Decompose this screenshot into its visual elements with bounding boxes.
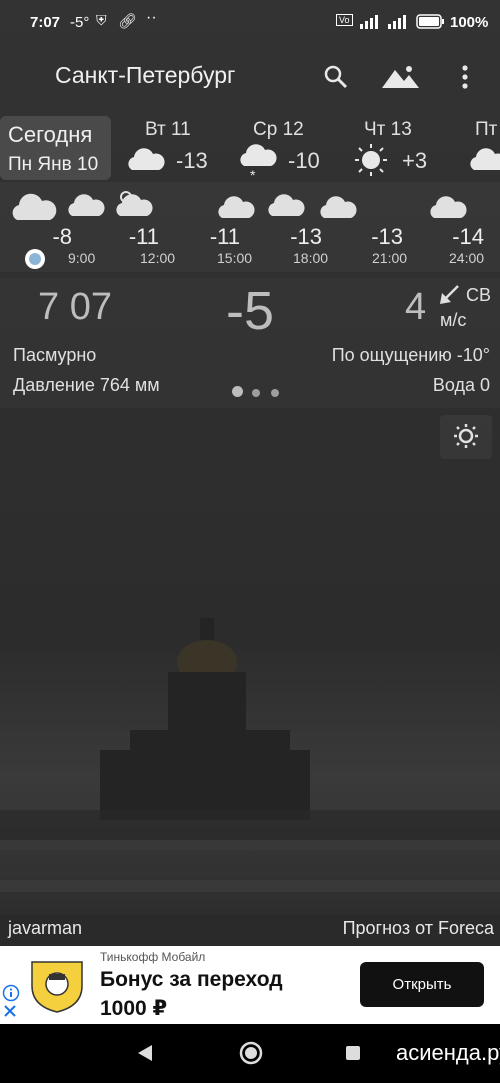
hour-time: 21:00 [372, 250, 408, 266]
cloud-icon [430, 196, 467, 218]
status-bar: 7:07 -5° ⛨ 🔗︎ ·· Vo 100% [0, 0, 500, 44]
cloud-icon [470, 148, 500, 170]
weather-effects-button[interactable] [440, 415, 492, 459]
hour-temp: -14 [452, 224, 484, 249]
hour-time: 9:00 [68, 250, 96, 266]
cloud-moon-icon [268, 188, 305, 216]
link-icon: 🔗︎ [118, 13, 138, 30]
wind-speed: 4 [405, 286, 427, 328]
tinkoff-logo [31, 961, 83, 1013]
current-conditions-panel[interactable]: 7 07 -5 4 СВ м/с Пасмурно По ощущению -1… [0, 278, 500, 408]
status-temp: -5° [70, 14, 90, 31]
app-toolbar: Санкт-Петербург [0, 44, 500, 110]
hour-time: 18:00 [293, 250, 329, 266]
ad-info-icon[interactable] [2, 984, 20, 1002]
ad-amount: 1000 ₽ [100, 997, 168, 1020]
shield-icon: ⛨ [96, 12, 107, 28]
more-notifications-icon: ·· [146, 9, 157, 26]
current-temp: -5 [226, 281, 275, 341]
more-menu-icon[interactable] [460, 64, 470, 90]
svg-text:*: * [250, 167, 256, 180]
cloud-sun-icon [116, 191, 153, 216]
day-temp: -10 [288, 148, 320, 173]
ad-brand: Тинькофф Мобайл [100, 950, 206, 964]
hour-temp: -11 [128, 224, 159, 249]
hour-slot: -14 [452, 224, 484, 250]
cloud-moon-icon [68, 188, 105, 216]
ad-open-button[interactable]: Открыть [360, 962, 484, 1007]
wind-direction: СВ [466, 285, 492, 305]
signal-icon [360, 15, 406, 29]
condition-text: Пасмурно [13, 345, 97, 365]
hour-time: 12:00 [140, 250, 176, 266]
forecast-provider[interactable]: Прогноз от Foreca [343, 918, 494, 939]
search-icon[interactable] [323, 64, 349, 90]
day-temp: -13 [176, 148, 208, 173]
hour-temp: -13 [371, 224, 403, 249]
day-label: Пт [475, 119, 498, 140]
page-indicator[interactable] [232, 384, 279, 402]
hour-temp: -8 [52, 224, 72, 249]
home-icon[interactable] [239, 1041, 263, 1065]
navigation-bar: асиенда.ру [0, 1024, 500, 1083]
hour-time: 24:00 [449, 250, 485, 266]
wind-direction-icon [440, 285, 459, 304]
snow-icon: * [240, 144, 277, 180]
hour-slot: -13 [290, 224, 322, 250]
cloud-icon [128, 148, 165, 170]
ad-close-icon[interactable] [3, 1004, 17, 1018]
day-temp: +3 [402, 148, 428, 173]
current-time-marker-icon [25, 249, 45, 269]
hour-slot: -11 [210, 224, 240, 250]
current-clock: 7 07 [38, 286, 112, 328]
cloud-icon [12, 193, 57, 220]
water-temp-text: Вода 0 [432, 375, 490, 395]
photo-author[interactable]: javarman [8, 918, 82, 939]
status-time: 7:07 [30, 14, 61, 31]
watermark: асиенда.ру [396, 1040, 500, 1065]
hour-temp: -11 [209, 224, 240, 249]
hour-time: 15:00 [217, 250, 253, 266]
city-title[interactable]: Санкт-Петербург [55, 62, 235, 89]
day-label: Ср 12 [253, 119, 304, 140]
today-date: Пн Янв 10 [8, 154, 99, 175]
ad-banner[interactable]: Тинькофф Мобайл Бонус за переход 1000 ₽ … [0, 946, 500, 1024]
back-icon[interactable] [136, 1044, 154, 1062]
sun-gear-icon [454, 424, 478, 448]
day-label: Чт 13 [364, 119, 412, 140]
sun-icon [355, 144, 387, 176]
feels-like-text: По ощущению -10° [331, 345, 490, 365]
pressure-text: Давление 764 мм [13, 375, 160, 395]
volte-icon: Vo [336, 14, 353, 26]
hourly-forecast[interactable]: -8 9:00 -11 12:00 -11 15:00 -13 18:00 -1… [0, 182, 500, 272]
wind-unit: м/с [440, 310, 467, 330]
hour-slot: -13 [371, 224, 403, 250]
hour-temp: -13 [290, 224, 322, 249]
day-label: Вт 11 [145, 119, 191, 140]
recents-icon[interactable] [345, 1045, 361, 1061]
hour-slot: -11 [129, 224, 159, 250]
landscape-icon[interactable] [382, 64, 420, 90]
battery-icon [416, 14, 444, 29]
ad-title: Бонус за переход [100, 968, 283, 991]
hour-slot: -8 [52, 224, 72, 250]
day-today[interactable]: Сегодня Пн Янв 10 [0, 116, 111, 180]
cloud-icon [320, 196, 357, 218]
cloud-icon [218, 196, 255, 218]
today-label: Сегодня [8, 122, 93, 147]
battery-level: 100% [450, 14, 489, 31]
